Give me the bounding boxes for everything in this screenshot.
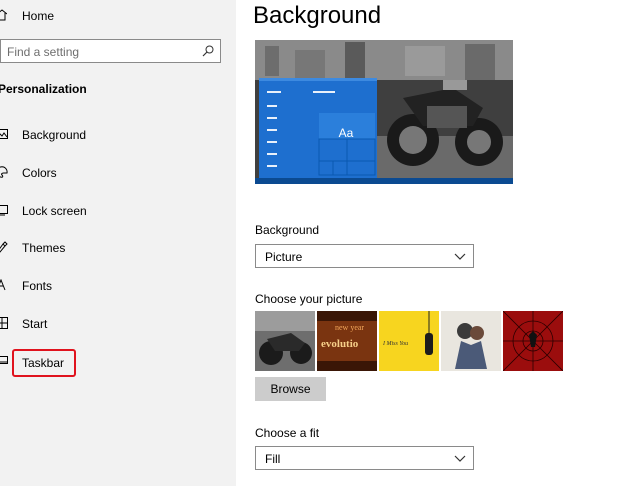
sidebar-item-label: Background bbox=[22, 128, 87, 142]
sidebar-item-background[interactable]: Background bbox=[0, 124, 236, 146]
choose-fit-label: Choose a fit bbox=[255, 426, 320, 440]
sidebar-item-lock-screen[interactable]: Lock screen bbox=[0, 200, 236, 222]
sidebar-item-start[interactable]: Start bbox=[0, 313, 236, 335]
fit-value: Fill bbox=[265, 452, 281, 466]
chevron-down-icon bbox=[454, 253, 466, 260]
chevron-down-icon bbox=[454, 455, 466, 462]
sidebar-item-label: Taskbar bbox=[12, 349, 77, 377]
search-icon[interactable] bbox=[202, 45, 214, 57]
page-title: Background bbox=[253, 2, 382, 29]
browse-button[interactable]: Browse bbox=[255, 377, 326, 401]
home-icon bbox=[0, 9, 7, 21]
yellow-phone-thumb-text: I Miss You bbox=[382, 341, 408, 347]
sidebar: Home Find a setting Personalization Back… bbox=[0, 0, 236, 486]
section-title: Personalization bbox=[0, 82, 87, 96]
main-panel: Background Aa Background Picture Choose … bbox=[236, 0, 640, 486]
preview-motorcycle bbox=[387, 80, 503, 166]
preview-taskbar bbox=[255, 178, 513, 184]
start-icon bbox=[0, 317, 8, 329]
sidebar-item-label: Lock screen bbox=[22, 204, 87, 218]
sidebar-item-colors[interactable]: Colors bbox=[0, 162, 236, 184]
desktop-preview: Aa bbox=[255, 40, 513, 184]
new-year-thumbnail[interactable]: new year evolutio bbox=[317, 311, 377, 371]
evolution-thumb-text: evolutio bbox=[321, 338, 359, 350]
palette-icon bbox=[0, 166, 8, 178]
sidebar-item-taskbar[interactable]: Taskbar bbox=[0, 349, 236, 377]
background-type-value: Picture bbox=[265, 250, 303, 264]
yellow-phone-thumbnail[interactable]: I Miss You bbox=[379, 311, 439, 371]
sidebar-item-label: Fonts bbox=[22, 279, 53, 293]
background-label: Background bbox=[255, 223, 320, 237]
search-input[interactable]: Find a setting bbox=[0, 39, 221, 63]
spider-man-thumbnail[interactable] bbox=[503, 311, 563, 371]
picture-thumbnails: new year evolutio I Miss You bbox=[255, 311, 567, 371]
search-placeholder: Find a setting bbox=[7, 45, 80, 59]
sidebar-item-themes[interactable]: Themes bbox=[0, 237, 236, 259]
sidebar-item-label: Themes bbox=[22, 241, 66, 255]
sidebar-item-label: Start bbox=[22, 317, 48, 331]
taskbar-icon bbox=[0, 356, 8, 364]
new-year-thumb-text: new year bbox=[335, 323, 364, 332]
choose-picture-label: Choose your picture bbox=[255, 292, 363, 306]
home-label: Home bbox=[22, 9, 55, 23]
fonts-icon bbox=[0, 279, 6, 291]
picture-icon bbox=[0, 129, 8, 139]
couple-sketch-thumbnail[interactable] bbox=[441, 311, 501, 371]
themes-icon bbox=[0, 241, 8, 253]
preview-sample-text: Aa bbox=[338, 126, 354, 140]
sidebar-item-label: Colors bbox=[22, 166, 57, 180]
sidebar-item-fonts[interactable]: Fonts bbox=[0, 275, 236, 297]
background-type-dropdown[interactable]: Picture bbox=[255, 244, 474, 268]
fit-dropdown[interactable]: Fill bbox=[255, 446, 474, 470]
motorcycle-thumbnail[interactable] bbox=[255, 311, 315, 371]
lock-screen-icon bbox=[0, 205, 8, 216]
